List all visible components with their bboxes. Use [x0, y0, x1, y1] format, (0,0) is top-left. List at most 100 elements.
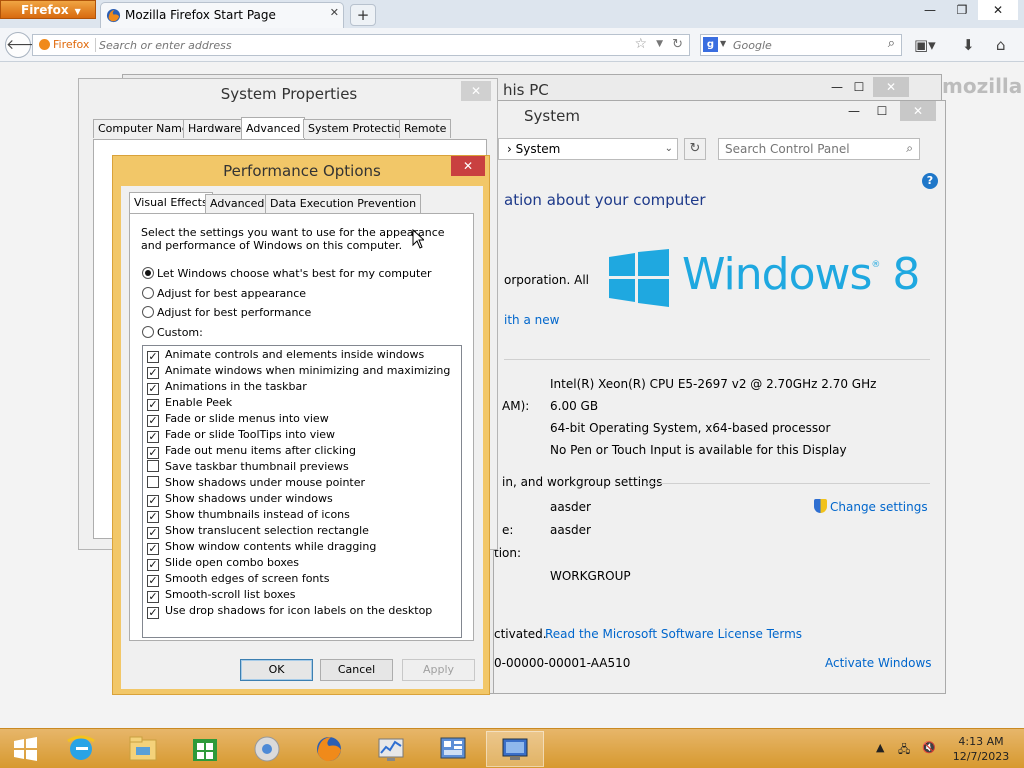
back-button[interactable]: 🡐: [5, 32, 44, 58]
checkbox-checked: ✓: [147, 494, 159, 507]
cancel-button[interactable]: Cancel: [320, 659, 393, 681]
effect-checkbox[interactable]: ✓ Animate controls and elements inside wi…: [147, 348, 424, 363]
effect-checkbox[interactable]: Show shadows under mouse pointer: [147, 476, 365, 489]
effect-checkbox[interactable]: ✓ Animate windows when minimizing and max…: [147, 364, 450, 379]
minimize-icon[interactable]: —: [916, 0, 944, 20]
chevron-down-icon[interactable]: ⌄: [665, 139, 673, 159]
tab-computer-name[interactable]: Computer Name: [93, 119, 194, 138]
refresh-button[interactable]: ↻: [684, 138, 706, 160]
bookmark-star-icon[interactable]: ☆: [634, 36, 647, 52]
effect-checkbox[interactable]: ✓ Slide open combo boxes: [147, 556, 299, 571]
store-icon[interactable]: [176, 731, 234, 767]
effect-label: Show window contents while dragging: [165, 540, 377, 553]
google-icon[interactable]: g: [703, 37, 718, 52]
effect-checkbox[interactable]: ✓ Fade out menu items after clicking: [147, 444, 356, 459]
uac-shield-icon: [814, 499, 827, 513]
change-settings-link[interactable]: Change settings: [814, 499, 928, 514]
windows-version: 8: [892, 249, 920, 300]
chrome-icon[interactable]: [238, 731, 296, 767]
url-bar[interactable]: Firefox ☆ ▼ ↻: [32, 34, 690, 56]
radio-let-windows-choose[interactable]: Let Windows choose what's best for my co…: [142, 267, 432, 280]
effect-label: Fade or slide ToolTips into view: [165, 428, 336, 441]
effect-checkbox[interactable]: ✓ Show window contents while dragging: [147, 540, 376, 555]
performance-monitor-icon[interactable]: [362, 731, 420, 767]
new-edition-link[interactable]: ith a new: [504, 313, 559, 327]
radio-best-appearance[interactable]: Adjust for best appearance: [142, 287, 306, 300]
volume-muted-icon[interactable]: 🔇: [922, 741, 936, 754]
reload-icon[interactable]: ↻: [672, 37, 683, 52]
control-panel-icon[interactable]: [424, 731, 482, 767]
control-panel-search[interactable]: ⌕: [718, 138, 920, 160]
search-input[interactable]: [733, 37, 873, 53]
effect-checkbox[interactable]: ✓ Use drop shadows for icon labels on the…: [147, 604, 432, 619]
ok-button[interactable]: OK: [240, 659, 313, 681]
effect-checkbox[interactable]: ✓ Fade or slide ToolTips into view: [147, 428, 335, 443]
effect-checkbox[interactable]: Save taskbar thumbnail previews: [147, 460, 349, 473]
downloads-icon[interactable]: ⬇: [962, 36, 975, 54]
effect-checkbox[interactable]: ✓ Smooth edges of screen fonts: [147, 572, 329, 587]
tab-advanced[interactable]: Advanced: [205, 194, 270, 213]
search-bar[interactable]: g ▼ ⌕: [700, 34, 902, 56]
maximize-icon[interactable]: ☐: [868, 101, 896, 121]
minimize-icon[interactable]: —: [840, 101, 868, 121]
tab-advanced[interactable]: Advanced: [241, 117, 306, 140]
effect-checkbox[interactable]: ✓ Smooth-scroll list boxes: [147, 588, 296, 603]
system-properties-icon[interactable]: [486, 731, 544, 767]
effect-checkbox[interactable]: ✓ Animations in the taskbar: [147, 380, 307, 395]
close-icon[interactable]: ✕: [461, 81, 491, 101]
bookmarks-menu-icon[interactable]: ▣▾: [914, 36, 936, 54]
tab-system-protection[interactable]: System Protection: [303, 119, 414, 138]
history-dropdown-icon[interactable]: ▼: [656, 39, 663, 49]
effect-checkbox[interactable]: ✓ Show thumbnails instead of icons: [147, 508, 350, 523]
help-icon[interactable]: ?: [922, 173, 938, 189]
effect-checkbox[interactable]: ✓ Enable Peek: [147, 396, 232, 411]
browser-tab[interactable]: Mozilla Firefox Start Page ✕: [100, 2, 344, 28]
internet-explorer-icon[interactable]: [52, 731, 110, 767]
identity-box[interactable]: Firefox: [39, 38, 89, 51]
trademark: ®: [871, 260, 880, 270]
show-hidden-icons-icon[interactable]: ▲: [876, 741, 884, 754]
tab-data-execution-prevention[interactable]: Data Execution Prevention: [265, 194, 422, 213]
tab-remote[interactable]: Remote: [399, 119, 452, 138]
start-icon[interactable]: [0, 731, 50, 767]
mozilla-watermark: mozilla: [942, 74, 1023, 98]
firefox-icon[interactable]: [300, 731, 358, 767]
apply-button[interactable]: Apply: [402, 659, 475, 681]
effect-label: Use drop shadows for icon labels on the …: [165, 604, 433, 617]
control-panel-search-input[interactable]: [725, 141, 895, 157]
effect-checkbox[interactable]: ✓ Show shadows under windows: [147, 492, 333, 507]
checkbox-checked: ✓: [147, 558, 159, 571]
file-explorer-icon[interactable]: [114, 731, 172, 767]
firefox-menu-button[interactable]: Firefox ▼: [0, 0, 96, 19]
new-tab-button[interactable]: +: [350, 4, 376, 26]
search-icon[interactable]: ⌕: [906, 141, 913, 156]
system-clock[interactable]: 4:13 AM 12/7/2023: [948, 734, 1014, 764]
network-icon[interactable]: 🖧: [898, 741, 910, 760]
license-terms-link[interactable]: Read the Microsoft Software License Term…: [545, 627, 802, 641]
close-icon[interactable]: ✕: [451, 156, 485, 176]
activate-windows-link[interactable]: Activate Windows: [825, 656, 932, 670]
close-icon[interactable]: ✕: [978, 0, 1018, 20]
effect-checkbox[interactable]: ✓ Show translucent selection rectangle: [147, 524, 369, 539]
tab-visual-effects[interactable]: Visual Effects: [129, 192, 213, 214]
maximize-icon[interactable]: ☐: [845, 77, 873, 97]
radio-best-performance[interactable]: Adjust for best performance: [142, 306, 311, 319]
radio-custom[interactable]: Custom:: [142, 326, 203, 339]
home-icon[interactable]: ⌂: [996, 36, 1006, 54]
breadcrumb-system[interactable]: System: [516, 142, 561, 156]
search-icon[interactable]: ⌕: [888, 36, 895, 51]
checkbox-unchecked: [147, 476, 159, 488]
address-input[interactable]: [99, 37, 619, 53]
close-icon[interactable]: ✕: [873, 77, 909, 97]
effect-checkbox[interactable]: ✓ Fade or slide menus into view: [147, 412, 329, 427]
visual-effects-list[interactable]: ✓ Animate controls and elements inside wi…: [142, 345, 462, 638]
performance-options-client: Visual Effects Advanced Data Execution P…: [121, 186, 483, 689]
workgroup-value: WORKGROUP: [550, 569, 631, 583]
close-tab-icon[interactable]: ✕: [330, 6, 339, 19]
address-breadcrumb[interactable]: › System ⌄: [498, 138, 678, 160]
tab-hardware[interactable]: Hardware: [183, 119, 247, 138]
restore-icon[interactable]: ❐: [948, 0, 976, 20]
divider: [504, 359, 930, 360]
search-engine-dropdown-icon[interactable]: ▼: [720, 39, 726, 48]
close-icon[interactable]: ✕: [900, 101, 936, 121]
